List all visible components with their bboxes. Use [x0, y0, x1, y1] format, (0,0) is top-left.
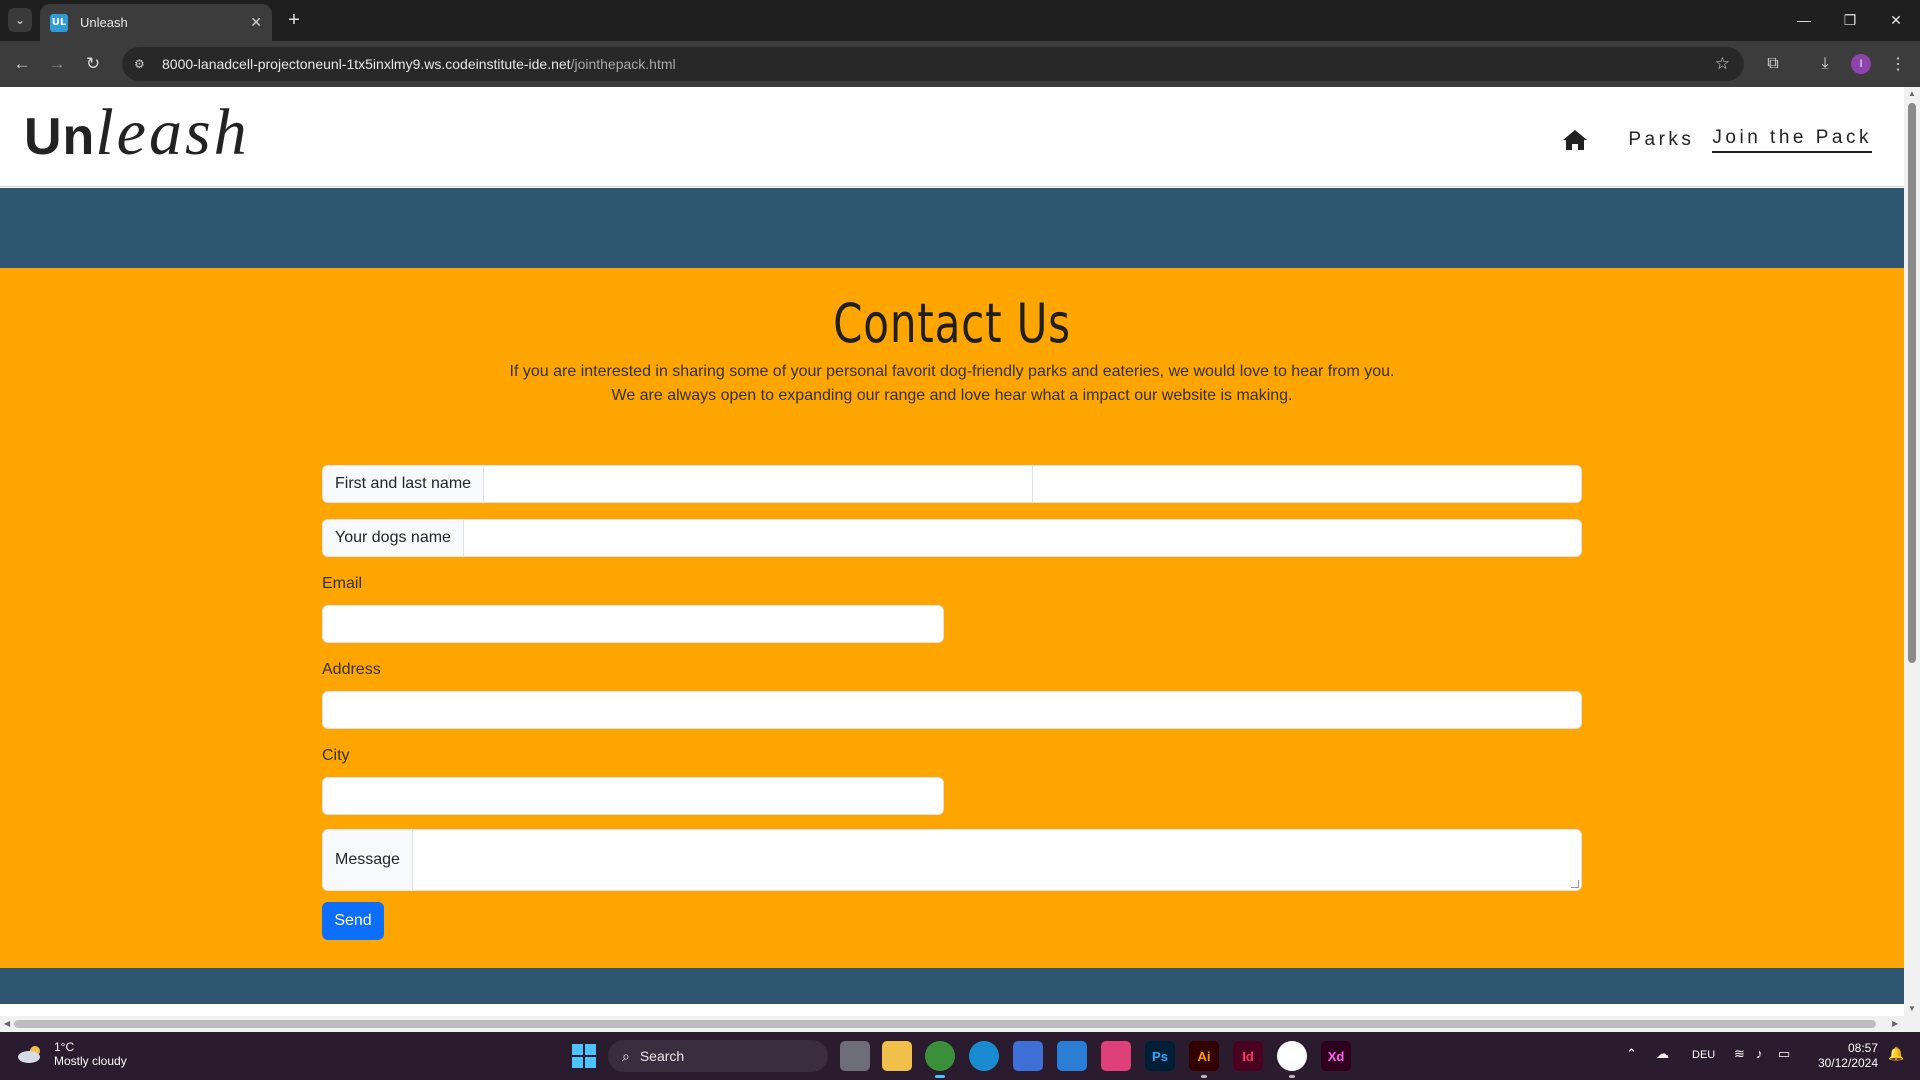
weather-widget[interactable]: 1°C Mostly cloudy: [16, 1040, 127, 1068]
site-favicon: UL: [50, 13, 68, 32]
main-nav: Parks Join the Pack: [1562, 127, 1872, 153]
menu-kebab-icon[interactable]: ⋮: [1885, 51, 1911, 77]
clock-date: 30/12/2024: [1817, 1056, 1878, 1070]
page-viewport: Unleash Parks Join the Pack Contact Us I…: [0, 87, 1904, 1016]
url-text: 8000-lanadcell-projectoneunl-1tx5inxlmy9…: [162, 56, 676, 72]
dog-name-input-group: Your dogs name: [322, 519, 1582, 557]
chrome-icon[interactable]: [925, 1041, 955, 1071]
site-info-icon[interactable]: ⚙: [134, 57, 154, 71]
vertical-scrollbar[interactable]: ▲ ▼: [1904, 87, 1920, 1016]
taskbar-search[interactable]: ⌕ Search: [608, 1040, 828, 1072]
creative-cloud-icon[interactable]: [1101, 1041, 1131, 1071]
site-logo[interactable]: Unleash: [24, 95, 250, 171]
calendar-icon[interactable]: [1057, 1041, 1087, 1071]
tab-search-chevron-icon[interactable]: ⌄: [8, 8, 32, 32]
intro-line-2: We are always open to expanding our rang…: [611, 387, 1293, 404]
message-textarea[interactable]: [412, 830, 1581, 890]
xd-icon[interactable]: Xd: [1321, 1041, 1351, 1071]
message-input-group: Message: [322, 829, 1582, 891]
restore-icon[interactable]: ❐: [1830, 8, 1870, 32]
email-label: Email: [322, 575, 363, 592]
address-field[interactable]: [322, 691, 1582, 729]
windows-start-icon[interactable]: [572, 1044, 596, 1068]
browser-tab[interactable]: UL Unleash ✕: [40, 4, 272, 41]
photoshop-icon[interactable]: Ps: [1145, 1041, 1175, 1071]
resize-handle-icon[interactable]: [1571, 880, 1579, 888]
weather-description: Mostly cloudy: [54, 1054, 127, 1068]
taskbar-search-label: Search: [639, 1048, 685, 1064]
cloud-icon: [18, 1046, 40, 1063]
task-view-icon[interactable]: [840, 1041, 870, 1071]
new-tab-icon[interactable]: +: [282, 8, 306, 32]
notification-bell-icon[interactable]: 🔔: [1888, 1046, 1904, 1062]
nav-link-join-the-pack[interactable]: Join the Pack: [1712, 127, 1872, 153]
scroll-right-arrow-icon[interactable]: ▶: [1892, 1019, 1898, 1028]
windows-taskbar: 1°C Mostly cloudy ⌕ Search Ps Ai Id Xd ⌃…: [0, 1032, 1920, 1080]
input-language[interactable]: DEU: [1692, 1049, 1715, 1061]
dog-name-label: Your dogs name: [323, 520, 464, 556]
scroll-up-arrow-icon[interactable]: ▲: [1907, 89, 1917, 99]
onedrive-icon[interactable]: ☁: [1656, 1046, 1669, 1062]
browser-tab-bar: ⌄ UL Unleash ✕ + — ❐ ✕: [0, 0, 1920, 41]
illustrator-running-indicator: [1201, 1075, 1207, 1078]
name-input-group: First and last name: [322, 465, 1582, 503]
tab-close-icon[interactable]: ✕: [250, 14, 262, 31]
contact-title: Contact Us: [833, 292, 1071, 355]
city-field[interactable]: [322, 777, 944, 815]
profile-avatar[interactable]: I: [1851, 54, 1871, 74]
horizontal-scroll-thumb[interactable]: [14, 1020, 1876, 1028]
email-field[interactable]: [322, 605, 944, 643]
message-label: Message: [323, 830, 413, 890]
name-label: First and last name: [323, 466, 485, 502]
extensions-icon[interactable]: ⧉: [1760, 51, 1786, 77]
weather-temperature: 1°C: [54, 1040, 75, 1054]
first-name-input[interactable]: [484, 466, 1033, 502]
vertical-scroll-thumb[interactable]: [1908, 103, 1916, 663]
home-icon[interactable]: [1562, 129, 1588, 151]
file-explorer-icon[interactable]: [882, 1041, 912, 1071]
last-name-input[interactable]: [1032, 466, 1581, 502]
browser-toolbar: ← → ↻ ⚙ 8000-lanadcell-projectoneunl-1tx…: [0, 41, 1920, 87]
reload-icon[interactable]: ↻: [80, 51, 106, 77]
tab-title: Unleash: [80, 15, 128, 30]
tray-overflow-chevron-icon[interactable]: ⌃: [1626, 1046, 1637, 1062]
send-button[interactable]: Send: [322, 902, 384, 940]
scrollbar-corner: [1904, 1016, 1920, 1032]
nav-link-parks[interactable]: Parks: [1628, 129, 1694, 151]
footer-band: [0, 968, 1904, 1004]
slack-running-indicator: [1289, 1075, 1295, 1078]
clock-time: 08:57: [1847, 1041, 1878, 1055]
slack-icon[interactable]: [1277, 1041, 1307, 1071]
address-bar[interactable]: ⚙ 8000-lanadcell-projectoneunl-1tx5inxlm…: [122, 47, 1744, 81]
intro-line-1: If you are interested in sharing some of…: [509, 363, 1395, 380]
edge-icon[interactable]: [969, 1041, 999, 1071]
illustrator-icon[interactable]: Ai: [1189, 1041, 1219, 1071]
dog-name-input[interactable]: [463, 520, 1581, 556]
contact-section: Contact Us If you are interested in shar…: [0, 268, 1904, 968]
site-header: Unleash Parks Join the Pack: [0, 87, 1904, 187]
city-label: City: [322, 747, 350, 764]
scroll-left-arrow-icon[interactable]: ◀: [4, 1019, 10, 1028]
horizontal-scrollbar[interactable]: ◀ ▶: [0, 1016, 1904, 1032]
wifi-icon[interactable]: ≋: [1734, 1046, 1745, 1062]
store-icon[interactable]: [1013, 1041, 1043, 1071]
taskbar-clock[interactable]: 08:57 30/12/2024: [1810, 1041, 1878, 1071]
below-fold-content: [0, 1004, 1904, 1016]
volume-icon[interactable]: ♪: [1756, 1046, 1763, 1061]
contact-intro: If you are interested in sharing some of…: [0, 360, 1904, 408]
hero-band: [0, 188, 1904, 268]
bookmark-star-icon[interactable]: ☆: [1715, 54, 1730, 74]
back-icon[interactable]: ←: [9, 51, 35, 77]
forward-icon[interactable]: →: [44, 51, 70, 77]
close-window-icon[interactable]: ✕: [1876, 8, 1916, 32]
battery-icon[interactable]: ▭: [1778, 1046, 1790, 1062]
minimize-icon[interactable]: —: [1784, 8, 1824, 32]
downloads-icon[interactable]: ⤓: [1812, 51, 1838, 77]
indesign-icon[interactable]: Id: [1233, 1041, 1263, 1071]
scroll-down-arrow-icon[interactable]: ▼: [1907, 1004, 1917, 1014]
address-label: Address: [322, 661, 381, 678]
search-icon: ⌕: [622, 1047, 630, 1064]
chrome-active-indicator: [935, 1075, 945, 1078]
